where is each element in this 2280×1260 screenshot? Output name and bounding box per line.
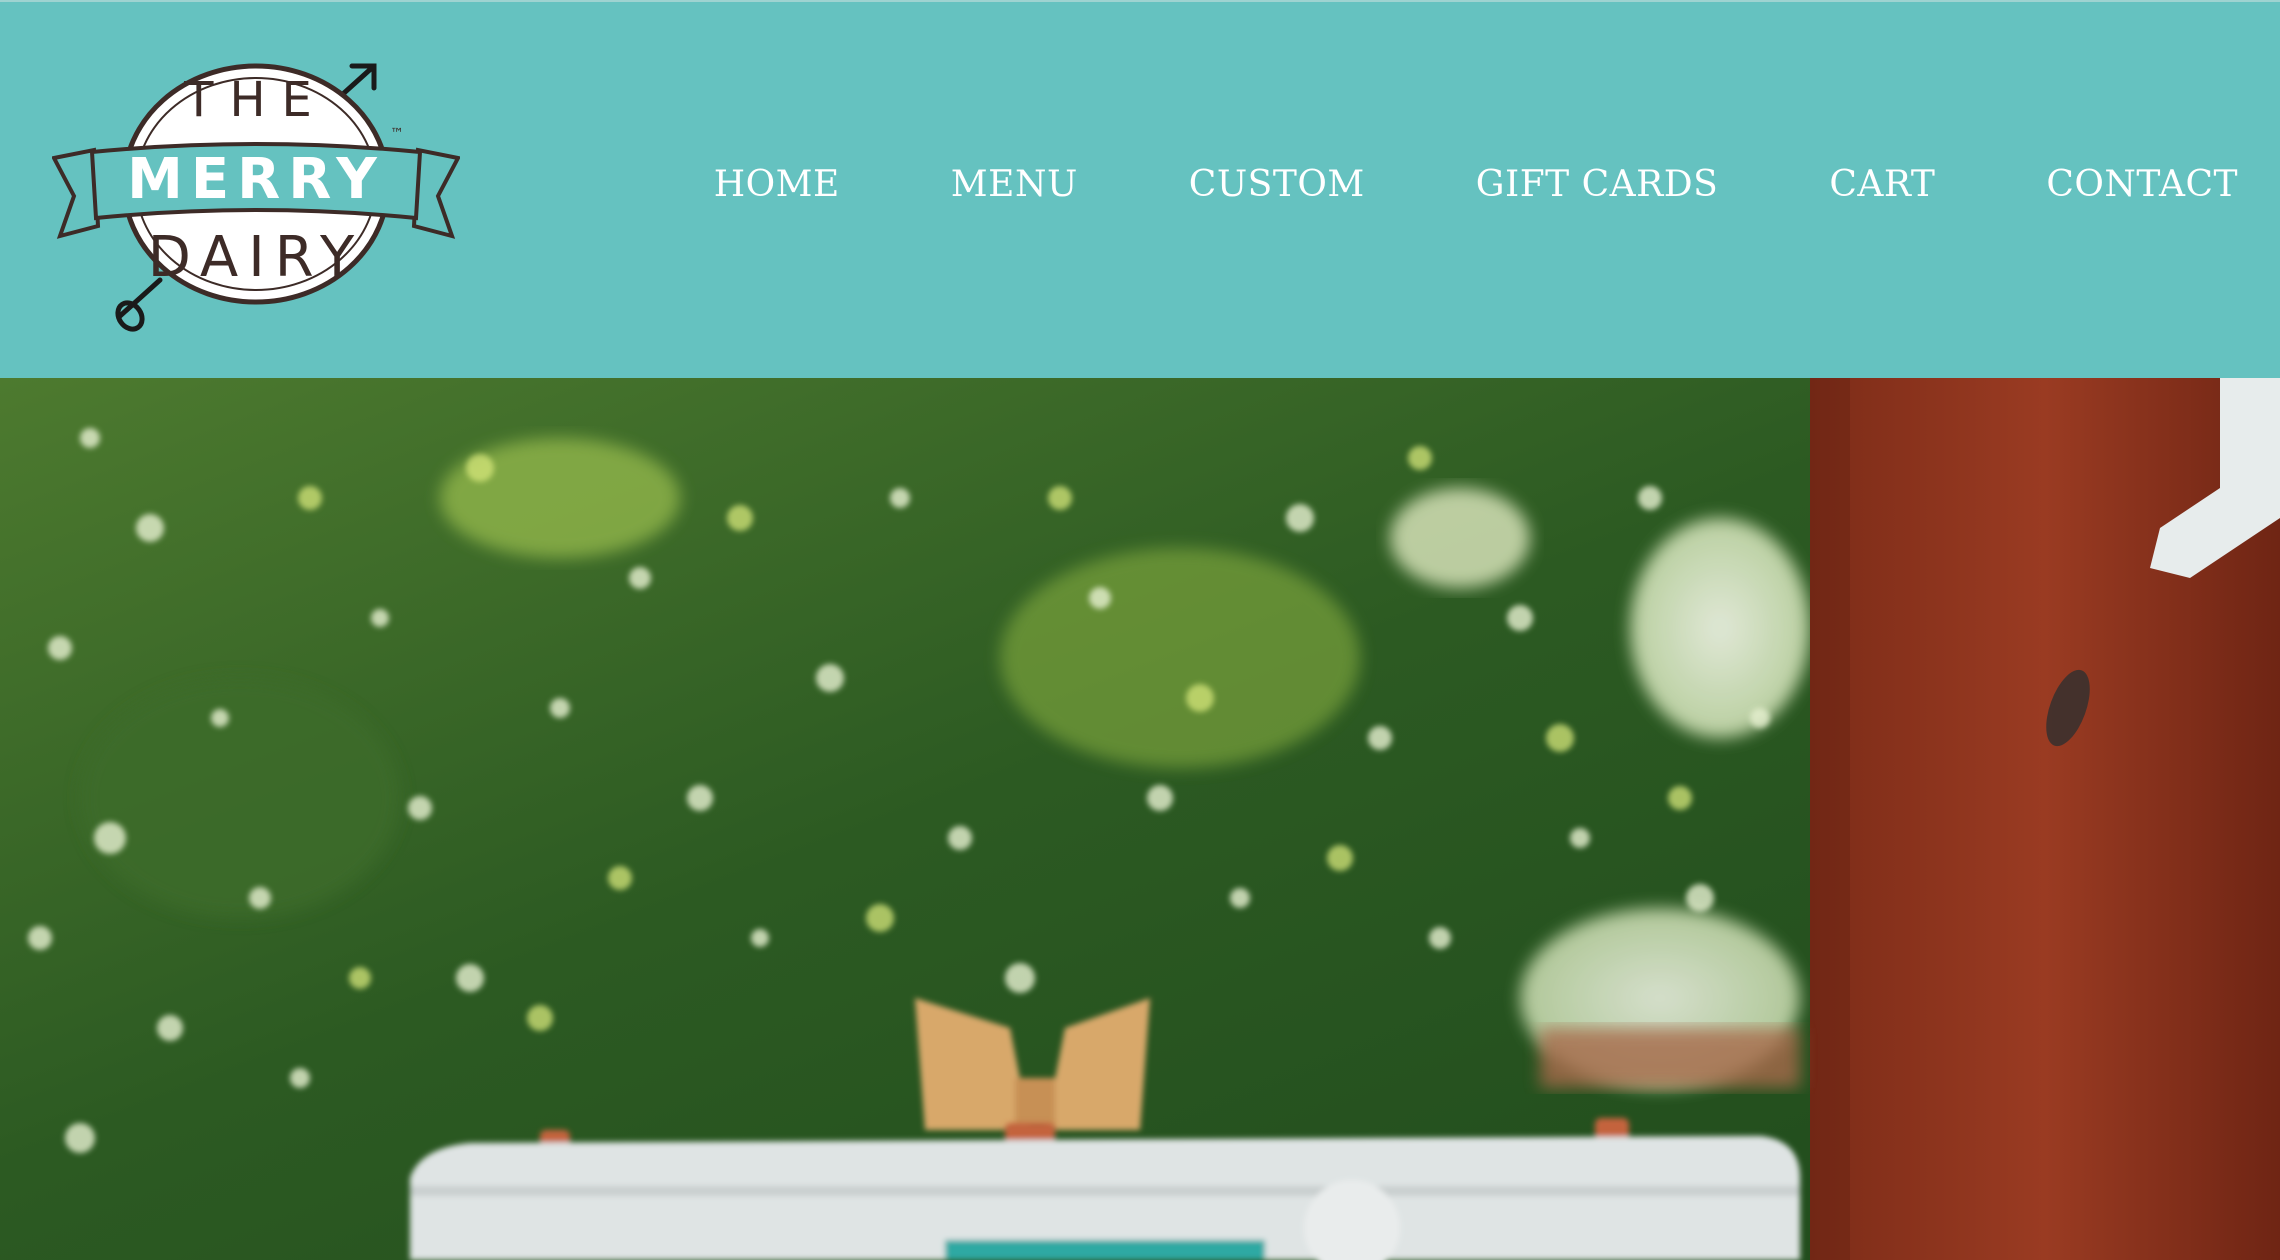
nav-menu[interactable]: MENU	[951, 162, 1078, 208]
nav-contact[interactable]: CONTACT	[2046, 162, 2238, 208]
nav-gift-cards[interactable]: GIFT CARDS	[1476, 162, 1719, 208]
nav-home[interactable]: HOME	[714, 162, 840, 208]
logo-text-bottom: DAIRY	[148, 225, 365, 290]
logo-text-banner: MERRY	[127, 147, 385, 212]
logo-text-top: THE	[183, 72, 328, 128]
site-header: THE MERRY DAIRY ™ HOME MENU CUSTOM GIFT …	[0, 0, 2280, 378]
page: THE MERRY DAIRY ™ HOME MENU CUSTOM GIFT …	[0, 0, 2280, 1260]
trademark-mark: ™	[390, 126, 404, 142]
main-navigation: HOME MENU CUSTOM GIFT CARDS CART CONTACT	[714, 162, 2238, 208]
merry-dairy-logo[interactable]: THE MERRY DAIRY ™	[52, 58, 460, 338]
nav-custom[interactable]: CUSTOM	[1189, 162, 1365, 208]
hero-image	[0, 378, 2280, 1260]
nav-cart[interactable]: CART	[1829, 162, 1935, 208]
